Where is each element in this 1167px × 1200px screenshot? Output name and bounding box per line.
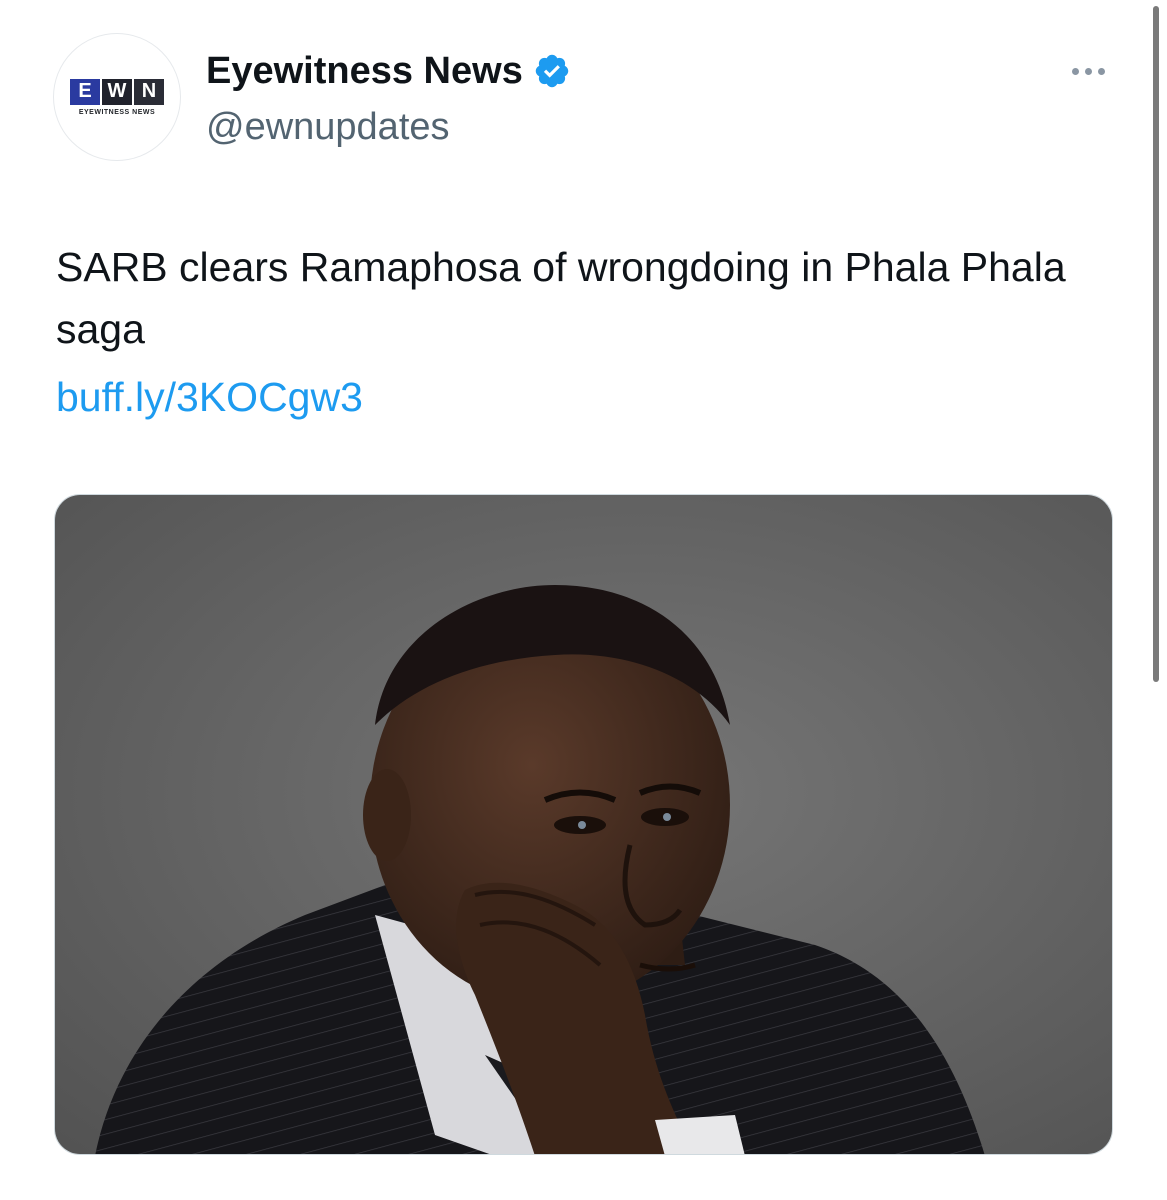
scrollbar-thumb[interactable] bbox=[1153, 6, 1159, 682]
logo-letter-e: E bbox=[70, 78, 100, 105]
more-dot bbox=[1097, 67, 1105, 75]
logo-letter-w: W bbox=[102, 78, 132, 105]
ewn-logo: E W N bbox=[70, 78, 164, 105]
tweet-text: SARB clears Ramaphosa of wrongdoing in P… bbox=[56, 244, 1066, 352]
verified-badge-icon bbox=[535, 54, 569, 88]
photo-man-in-suit bbox=[55, 495, 1112, 1154]
display-name-text: Eyewitness News bbox=[206, 50, 523, 92]
tweet-media-photo[interactable] bbox=[54, 494, 1113, 1155]
tweet-link[interactable]: buff.ly/3KOCgw3 bbox=[56, 366, 363, 428]
more-dot bbox=[1071, 67, 1079, 75]
logo-letter-n: N bbox=[134, 78, 164, 105]
more-horizontal-icon[interactable] bbox=[1066, 58, 1110, 84]
more-dot bbox=[1084, 67, 1092, 75]
author-display-name[interactable]: Eyewitness News bbox=[206, 48, 571, 94]
tweet-screen: E W N EYEWITNESS NEWS Eyewitness News @e… bbox=[0, 0, 1167, 1200]
logo-subtitle: EYEWITNESS NEWS bbox=[78, 108, 156, 116]
avatar[interactable]: E W N EYEWITNESS NEWS bbox=[53, 33, 181, 161]
author-handle[interactable]: @ewnupdates bbox=[206, 104, 450, 150]
